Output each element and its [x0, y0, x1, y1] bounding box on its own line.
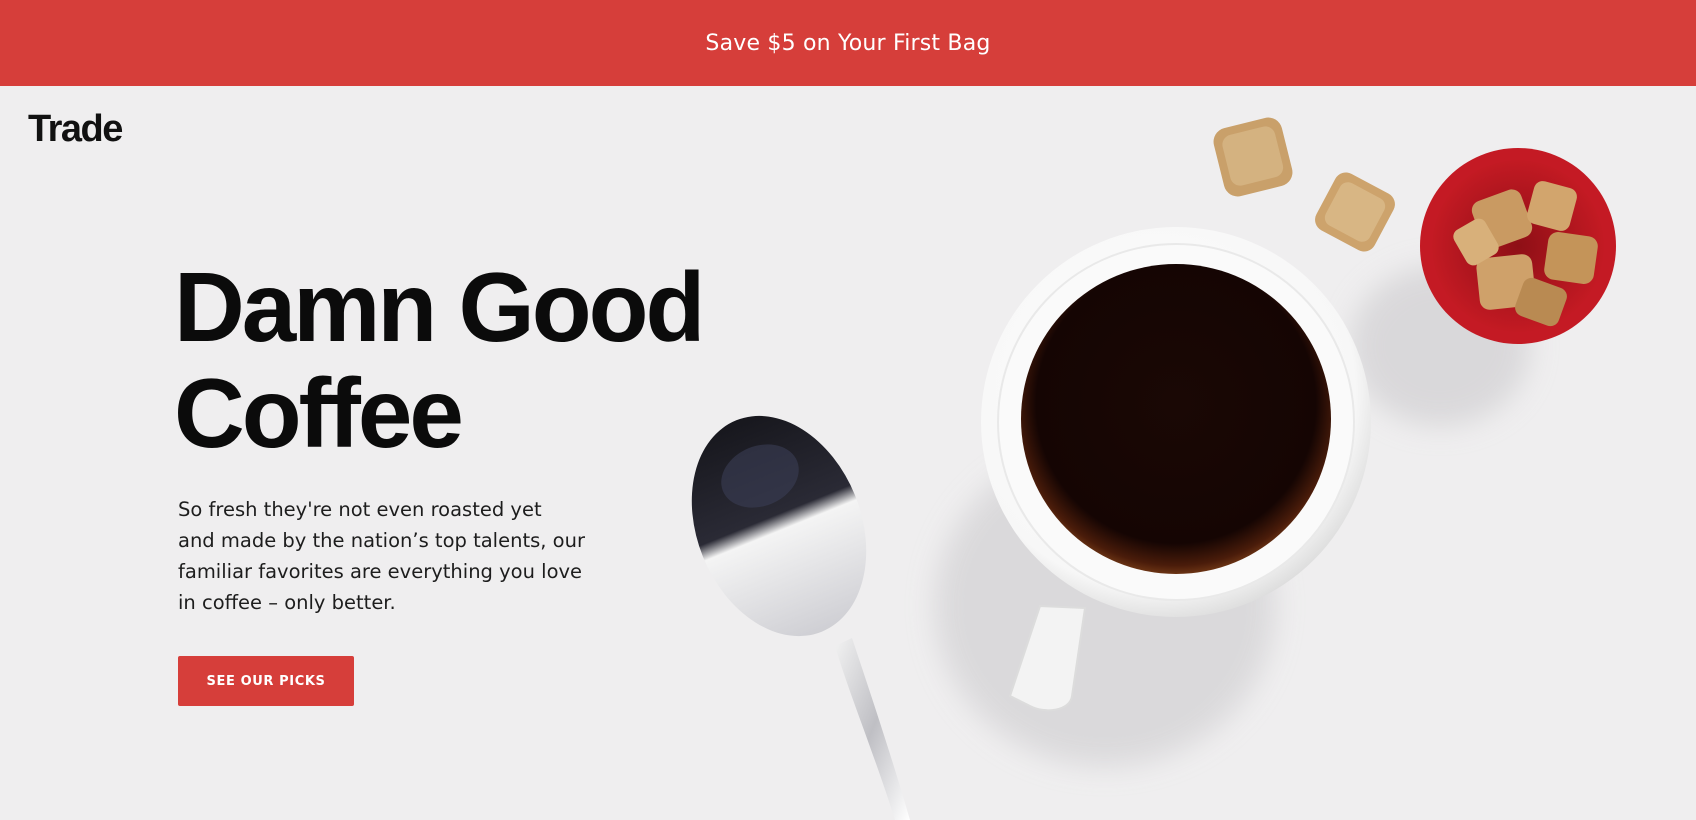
- hero-headline: Damn Good Coffee: [174, 254, 794, 466]
- promo-banner-text[interactable]: Save $5 on Your First Bag: [705, 31, 990, 56]
- promo-banner[interactable]: Save $5 on Your First Bag: [0, 0, 1696, 86]
- sugar-bowl-icon: [1420, 148, 1616, 344]
- hero-headline-line-1: Damn Good: [174, 252, 705, 362]
- see-our-picks-button[interactable]: SEE OUR PICKS: [178, 656, 354, 706]
- brand-logo[interactable]: Trade: [28, 108, 123, 151]
- hero-description: So fresh they're not even roasted yet an…: [178, 494, 598, 618]
- hero-description-line: familiar favorites are everything you lo…: [178, 560, 583, 583]
- hero-headline-line-2: Coffee: [174, 358, 464, 468]
- sugar-cube-icon: [1213, 117, 1395, 252]
- hero-section: Trade Damn Good Coffee So fresh they're …: [0, 86, 1696, 820]
- hero-description-line: in coffee – only better.: [178, 591, 396, 614]
- hero-description-line: and made by the nation’s top talents, ou…: [178, 529, 585, 552]
- hero-description-line: So fresh they're not even roasted yet: [178, 498, 542, 521]
